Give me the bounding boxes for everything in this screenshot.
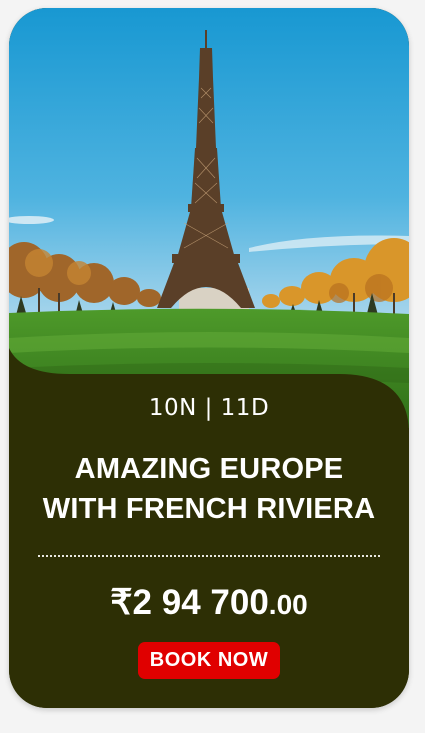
package-title-line-2: WITH FRENCH RIVIERA	[42, 493, 376, 525]
eiffel-tower-photo	[9, 8, 409, 428]
book-now-button[interactable]: BOOK NOW	[137, 642, 281, 679]
trip-duration: 10N | 11D	[148, 395, 270, 421]
dotted-divider	[38, 555, 380, 557]
package-title-line-1: AMAZING EUROPE	[74, 453, 344, 485]
price-amount: 2 94 700	[132, 583, 269, 622]
destination-photo	[9, 8, 409, 428]
package-card[interactable]: 10N | 11D AMAZING EUROPE WITH FRENCH RIV…	[9, 8, 409, 708]
package-details: 10N | 11D AMAZING EUROPE WITH FRENCH RIV…	[9, 393, 409, 679]
rupee-symbol: ₹	[110, 583, 133, 622]
package-title: AMAZING EUROPE WITH FRENCH RIVIERA	[9, 449, 409, 529]
price-decimals: .00	[268, 589, 308, 620]
package-price: ₹2 94 700.00	[9, 583, 409, 625]
